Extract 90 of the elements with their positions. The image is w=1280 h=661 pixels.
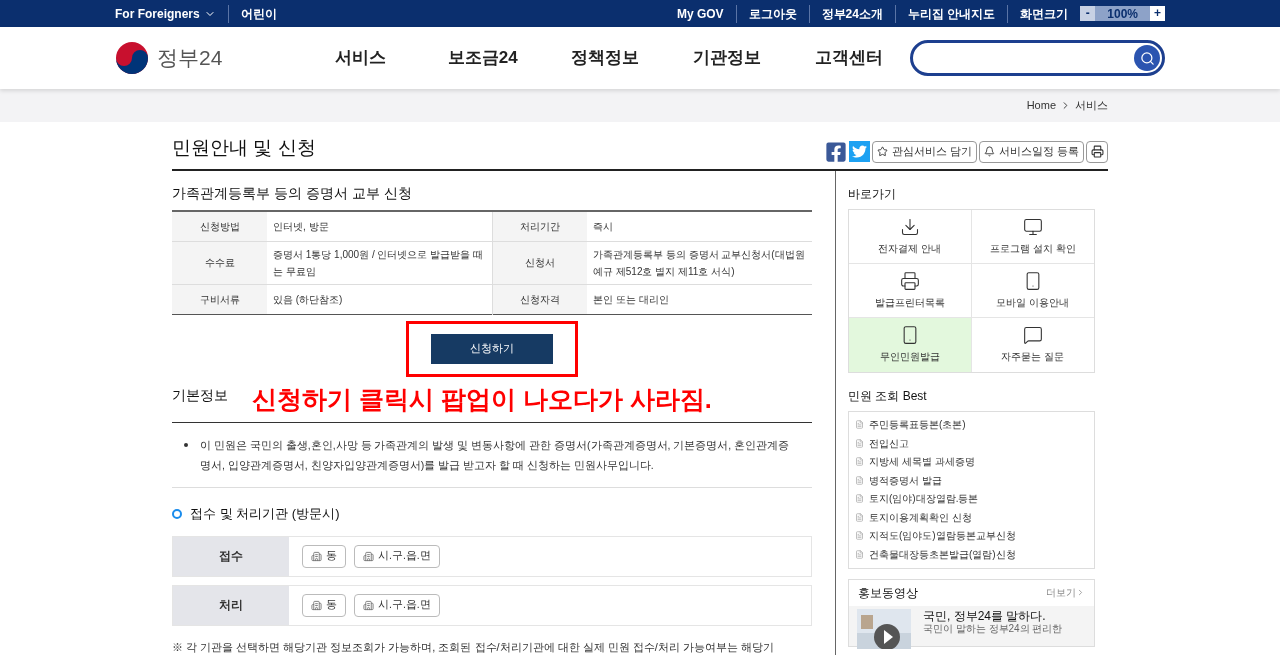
- agency-button[interactable]: 시.구.읍.면: [354, 544, 440, 568]
- facebook-icon[interactable]: [824, 140, 847, 163]
- description-text: 이 민원은 국민의 출생,혼인,사망 등 가족관계의 발생 및 변동사항에 관한 증명서(가족관계증명서, 기본증명서, 혼인관계증명서, 입양관계증명서, 친양자입양관계증명서)를 발급 받고자 할 때 신청하는 민원사무입니다.: [200, 438, 791, 473]
- building-icon: [363, 550, 374, 562]
- zoom-out-button[interactable]: -: [1080, 6, 1096, 21]
- more-link[interactable]: 더보기: [1046, 585, 1085, 600]
- document-icon: [855, 438, 864, 448]
- page-title: 민원안내 및 신청: [172, 136, 316, 160]
- apply-button[interactable]: 신청하기: [431, 333, 553, 364]
- nav-link[interactable]: 보조금24: [421, 45, 544, 71]
- table-header: 수수료: [172, 241, 267, 284]
- table-cell: 인터넷, 방문: [267, 211, 492, 241]
- top-link[interactable]: 정부24소개: [809, 4, 896, 23]
- monitor-icon: [1022, 216, 1043, 237]
- best-link[interactable]: 주민등록표등본(초본): [869, 417, 966, 433]
- search-button[interactable]: [1134, 45, 1160, 71]
- best-link[interactable]: 토지이용계획확인 신청: [869, 509, 972, 525]
- document-icon: [855, 512, 864, 522]
- table-cell: 즉시: [587, 211, 812, 241]
- section-heading: 접수 및 처리기관 (방문시): [190, 505, 340, 523]
- table-cell: 증명서 1통당 1,000원 / 인터넷으로 발급받을 때는 무료임: [267, 241, 492, 284]
- top-link[interactable]: My GOV: [664, 4, 737, 23]
- video-description: 국민이 말하는 정부24의 편리한: [923, 622, 1063, 635]
- note-text: ※ 각 기관을 선택하면 해당기관 정보조회가 가능하며, 조회된 접수/처리기관에 대한 실제 민원 접수/처리 가능여부는 해당기: [172, 639, 775, 655]
- zoom-in-button[interactable]: +: [1150, 6, 1165, 21]
- building-icon: [311, 550, 322, 562]
- top-link[interactable]: 어린이: [227, 4, 289, 23]
- section-heading: 기본정보: [172, 386, 228, 405]
- sidebar-heading: 바로가기: [848, 185, 897, 203]
- nav-link[interactable]: 서비스: [299, 45, 422, 71]
- best-link[interactable]: 병적증명서 발급: [869, 472, 942, 488]
- nav-link[interactable]: 기관정보: [665, 45, 788, 71]
- printer-icon: [1090, 145, 1104, 158]
- chevron-icon: [1076, 588, 1085, 597]
- table-header: 구비서류: [172, 284, 267, 314]
- bullet-icon: [184, 443, 188, 447]
- printer-icon: [899, 270, 920, 291]
- table-header: 신청서: [492, 241, 587, 284]
- logo-icon: [115, 41, 149, 75]
- action-button[interactable]: 서비스일정 등록: [978, 140, 1084, 163]
- row-header: 접수: [173, 536, 289, 576]
- speech-bubble-icon: [1022, 325, 1043, 345]
- table-cell: 가족관계등록부 등의 증명서 교부신청서(대법원 예규 제512호 별지 제11호 서식): [587, 241, 812, 284]
- table-header: 신청자격: [492, 284, 587, 314]
- agency-button[interactable]: 시.구.읍.면: [354, 593, 440, 617]
- video-title[interactable]: 국민, 정부24를 말하다.: [923, 608, 1063, 623]
- download-icon: [899, 216, 920, 237]
- table-header: 신청방법: [172, 211, 267, 241]
- agency-button[interactable]: 동: [302, 544, 346, 568]
- nav-link[interactable]: 고객센터: [787, 45, 910, 71]
- top-link[interactable]: 누리집 안내지도: [895, 4, 1009, 23]
- search-icon: [1139, 50, 1155, 66]
- search-field[interactable]: [909, 40, 1165, 76]
- document-icon: [855, 420, 864, 430]
- best-link[interactable]: 건축물대장등초본발급(열람)신청: [869, 546, 1016, 562]
- zoom-value: 100%: [1106, 5, 1139, 23]
- print-button[interactable]: [1086, 140, 1108, 163]
- nav-link[interactable]: 정책정보: [543, 45, 666, 71]
- building-icon: [311, 599, 322, 611]
- best-link[interactable]: 토지(임야)대장열람.등본: [869, 491, 979, 507]
- agency-button[interactable]: 동: [302, 593, 346, 617]
- table-cell: 있음 (하단참조): [267, 284, 492, 314]
- panel-title: 홍보동영상: [858, 584, 918, 602]
- quick-link[interactable]: 발급프린터목록: [849, 263, 972, 318]
- logo-text[interactable]: 정부24: [157, 42, 223, 74]
- zoom-label: 화면크기: [1019, 5, 1070, 23]
- best-link[interactable]: 지적도(임야도)열람등본교부신청: [869, 528, 1016, 544]
- document-icon: [855, 531, 864, 541]
- sidebar-heading: 민원 조회 Best: [848, 387, 928, 405]
- building-icon: [363, 599, 374, 611]
- quick-link[interactable]: 무인민원발급: [849, 317, 972, 372]
- breadcrumb-link[interactable]: 서비스: [1075, 97, 1108, 114]
- breadcrumb-link[interactable]: Home: [1026, 97, 1056, 114]
- document-icon: [855, 549, 864, 559]
- row-header: 처리: [173, 585, 289, 625]
- star-icon: [876, 146, 888, 157]
- document-icon: [855, 494, 864, 504]
- bell-icon: [983, 146, 995, 157]
- table-header: 처리기간: [492, 211, 587, 241]
- top-link[interactable]: For Foreigners: [115, 4, 228, 23]
- best-link[interactable]: 전입신고: [869, 435, 909, 451]
- document-icon: [855, 457, 864, 467]
- table-cell: 본인 또는 대리인: [587, 284, 812, 314]
- best-link[interactable]: 지방세 세목별 과세증명: [869, 454, 975, 470]
- document-icon: [855, 475, 864, 485]
- top-link[interactable]: 로그아웃: [736, 4, 810, 23]
- action-button[interactable]: 관심서비스 담기: [871, 140, 977, 163]
- bird-icon[interactable]: [848, 141, 870, 162]
- annotation-text: 신청하기 클릭시 팝업이 나오다가 사라짐.: [252, 383, 712, 415]
- quick-link[interactable]: 전자결제 안내: [849, 209, 972, 264]
